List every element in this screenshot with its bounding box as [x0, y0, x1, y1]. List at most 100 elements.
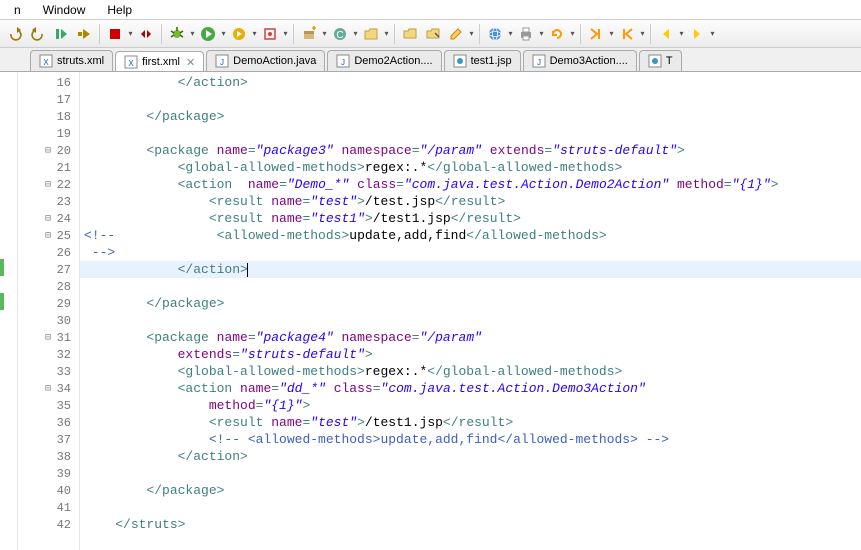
gutter-row[interactable]: 29 [18, 295, 79, 312]
gutter-row[interactable]: 24 [18, 210, 79, 227]
gutter-row[interactable]: 19 [18, 125, 79, 142]
gutter-row[interactable]: 32 [18, 346, 79, 363]
code-line[interactable]: </struts> [84, 516, 861, 533]
code-line[interactable]: </package> [84, 482, 861, 499]
gutter-row[interactable]: 28 [18, 278, 79, 295]
refresh-dropdown[interactable]: ▾ [569, 29, 576, 38]
code-area[interactable]: </action> </package> <package name="pack… [80, 72, 861, 550]
editor-tab-struts-xml[interactable]: Xstruts.xml [30, 50, 113, 71]
code-line[interactable]: <package name="package4" namespace="/par… [84, 329, 861, 346]
print-dropdown[interactable]: ▾ [538, 29, 545, 38]
code-line[interactable]: <!-- <allowed-methods>update,add,find</a… [84, 431, 861, 448]
prev-annotation-dropdown[interactable]: ▾ [639, 29, 646, 38]
gutter-row[interactable]: 27 [18, 261, 79, 278]
fold-toggle-icon[interactable] [43, 384, 53, 394]
edit-dropdown[interactable]: ▾ [468, 29, 475, 38]
code-editor[interactable]: 1617181920212223242526272829303132333435… [0, 72, 861, 550]
web-browser-dropdown[interactable]: ▾ [507, 29, 514, 38]
redo-button[interactable] [27, 23, 49, 45]
run-last-dropdown[interactable]: ▾ [251, 29, 258, 38]
editor-tab-first-xml[interactable]: Xfirst.xml✕ [115, 51, 204, 72]
new-package-button[interactable] [298, 23, 320, 45]
gutter-row[interactable]: 23 [18, 193, 79, 210]
back-dropdown[interactable]: ▾ [678, 29, 685, 38]
new-package-dropdown[interactable]: ▾ [321, 29, 328, 38]
code-line[interactable]: <action name="dd_*" class="com.java.test… [84, 380, 861, 397]
fold-toggle-icon[interactable] [43, 333, 53, 343]
code-line[interactable]: <action name="Demo_*" class="com.java.te… [84, 176, 861, 193]
gutter-row[interactable]: 41 [18, 499, 79, 516]
code-line[interactable]: <package name="package3" namespace="/par… [84, 142, 861, 159]
code-line[interactable]: <result name="test1">/test1.jsp</result> [84, 210, 861, 227]
external-tools-dropdown[interactable]: ▾ [282, 29, 289, 38]
code-line[interactable]: method="{1}"> [84, 397, 861, 414]
debug-dropdown[interactable]: ▾ [189, 29, 196, 38]
refresh-button[interactable] [546, 23, 568, 45]
gutter-row[interactable]: 42 [18, 516, 79, 533]
debug-button[interactable] [166, 23, 188, 45]
new-folder-button[interactable] [360, 23, 382, 45]
code-line[interactable] [84, 278, 861, 295]
fold-toggle-icon[interactable] [43, 146, 53, 156]
external-tools-button[interactable] [259, 23, 281, 45]
code-line[interactable] [84, 499, 861, 516]
code-line[interactable]: </package> [84, 108, 861, 125]
fold-toggle-icon[interactable] [43, 231, 53, 241]
gutter-row[interactable]: 34 [18, 380, 79, 397]
gutter-row[interactable]: 30 [18, 312, 79, 329]
fold-toggle-icon[interactable] [43, 180, 53, 190]
code-line[interactable]: <result name="test">/test1.jsp</result> [84, 414, 861, 431]
gutter-row[interactable]: 22 [18, 176, 79, 193]
menu-item-window[interactable]: Window [33, 1, 96, 19]
code-line[interactable]: </action> [80, 261, 861, 278]
menu-item-n[interactable]: n [4, 1, 31, 19]
code-line[interactable]: extends="struts-default"> [84, 346, 861, 363]
code-line[interactable]: </action> [84, 448, 861, 465]
gutter-row[interactable]: 37 [18, 431, 79, 448]
edit-button[interactable] [445, 23, 467, 45]
new-folder-dropdown[interactable]: ▾ [383, 29, 390, 38]
close-icon[interactable]: ✕ [184, 56, 195, 69]
code-line[interactable]: </package> [84, 295, 861, 312]
terminate-dropdown[interactable]: ▾ [127, 29, 134, 38]
forward-dropdown[interactable]: ▾ [709, 29, 716, 38]
code-line[interactable]: <result name="test">/test.jsp</result> [84, 193, 861, 210]
gutter-row[interactable]: 39 [18, 465, 79, 482]
run-dropdown[interactable]: ▾ [220, 29, 227, 38]
gutter-row[interactable]: 31 [18, 329, 79, 346]
gutter-row[interactable]: 40 [18, 482, 79, 499]
new-class-button[interactable]: C [329, 23, 351, 45]
code-line[interactable]: </action> [84, 74, 861, 91]
code-line[interactable] [84, 465, 861, 482]
forward-button[interactable] [686, 23, 708, 45]
code-line[interactable] [84, 125, 861, 142]
gutter-row[interactable]: 16 [18, 74, 79, 91]
gutter-row[interactable]: 17 [18, 91, 79, 108]
gutter-row[interactable]: 18 [18, 108, 79, 125]
disconnect-button[interactable] [135, 23, 157, 45]
code-line[interactable]: <global-allowed-methods>regex:.*</global… [84, 159, 861, 176]
gutter-row[interactable]: 20 [18, 142, 79, 159]
gutter-row[interactable]: 25 [18, 227, 79, 244]
gutter-row[interactable]: 36 [18, 414, 79, 431]
undo-button[interactable] [4, 23, 26, 45]
terminate-button[interactable] [104, 23, 126, 45]
gutter-row[interactable]: 33 [18, 363, 79, 380]
web-browser-button[interactable] [484, 23, 506, 45]
next-annotation-button[interactable] [585, 23, 607, 45]
code-line[interactable] [84, 91, 861, 108]
gutter-row[interactable]: 26 [18, 244, 79, 261]
gutter-row[interactable]: 38 [18, 448, 79, 465]
run-button[interactable] [197, 23, 219, 45]
editor-tab-demo2action-[interactable]: JDemo2Action.... [327, 50, 441, 71]
back-button[interactable] [655, 23, 677, 45]
next-annotation-dropdown[interactable]: ▾ [608, 29, 615, 38]
editor-tab-demoaction-java[interactable]: JDemoAction.java [206, 50, 325, 71]
step-button[interactable] [50, 23, 72, 45]
fold-toggle-icon[interactable] [43, 214, 53, 224]
editor-tab-demo3action-[interactable]: JDemo3Action.... [523, 50, 637, 71]
code-line[interactable] [84, 312, 861, 329]
editor-tab-test1-jsp[interactable]: test1.jsp [444, 50, 521, 71]
new-class-dropdown[interactable]: ▾ [352, 29, 359, 38]
print-button[interactable] [515, 23, 537, 45]
